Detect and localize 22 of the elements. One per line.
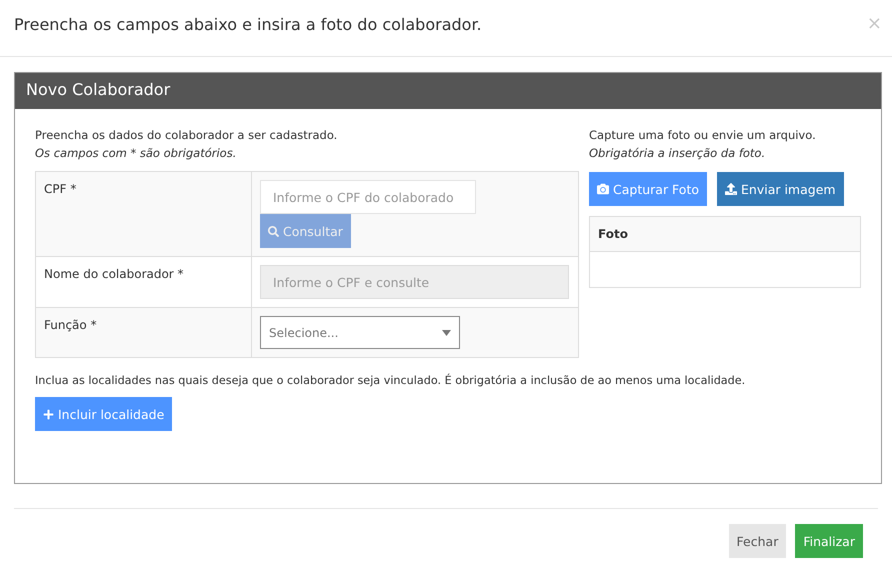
search-icon (268, 226, 279, 236)
photo-intro-text: Capture uma foto ou envie um arquivo. (589, 127, 817, 144)
select-field[interactable]: Selecione... (260, 316, 460, 349)
modal-title: Preencha os campos abaixo e insira a foto do colaborador. (14, 15, 482, 34)
close-dialog-button[interactable]: Fechar (728, 524, 786, 558)
locations-text: Inclua as localidades nas quais deseja que o colaborador seja vinculado. É obrigatória a inclusão de ao menos uma localidade. (35, 374, 746, 387)
upload-image-button[interactable]: Enviar imagem (717, 172, 844, 206)
finish-button[interactable]: Finalizar (795, 524, 863, 558)
panel-title: Novo Colaborador (15, 73, 881, 109)
cpf-input[interactable]: Informe o CPF do colaborado (260, 180, 476, 214)
table-header: Foto (590, 217, 860, 252)
field-label: Função * (36, 308, 252, 357)
camera-icon (597, 183, 609, 195)
required-note: Os campos com * são obrigatórios. (35, 145, 238, 162)
intro-text: Preencha os dados do colaborador a ser cadastrado. (35, 127, 338, 144)
add-location-button[interactable]: Incluir localidade (35, 397, 172, 431)
caret-icon (442, 330, 451, 336)
upload-icon (725, 183, 737, 195)
photo-note: Obrigatória a inserção da foto. (589, 145, 766, 162)
close-button[interactable]: × (866, 15, 882, 33)
capture-photo-button[interactable]: Capturar Foto (589, 172, 707, 206)
plus-icon (43, 408, 54, 420)
